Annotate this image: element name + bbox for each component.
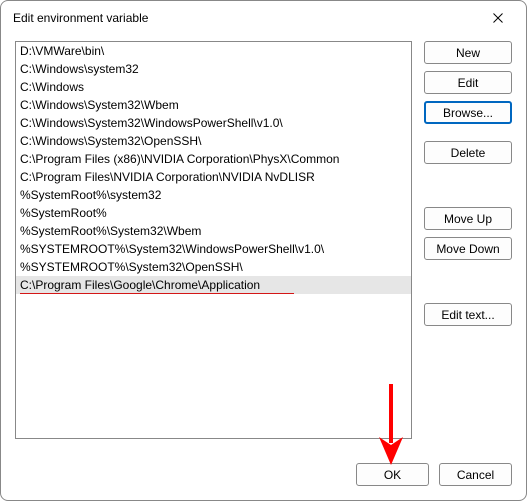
move-down-button[interactable]: Move Down bbox=[424, 237, 512, 260]
path-listbox[interactable]: D:\VMWare\bin\C:\Windows\system32C:\Wind… bbox=[15, 41, 412, 439]
list-item[interactable]: C:\Windows\System32\OpenSSH\ bbox=[16, 132, 411, 150]
dialog-content: D:\VMWare\bin\C:\Windows\system32C:\Wind… bbox=[1, 35, 526, 500]
list-item[interactable]: %SystemRoot%\System32\Wbem bbox=[16, 222, 411, 240]
list-item[interactable]: C:\Windows\System32\Wbem bbox=[16, 96, 411, 114]
cancel-button[interactable]: Cancel bbox=[439, 463, 512, 486]
list-item[interactable]: C:\Program Files\Google\Chrome\Applicati… bbox=[16, 276, 411, 294]
list-item[interactable]: %SYSTEMROOT%\System32\WindowsPowerShell\… bbox=[16, 240, 411, 258]
list-item[interactable]: C:\Windows\System32\WindowsPowerShell\v1… bbox=[16, 114, 411, 132]
titlebar: Edit environment variable bbox=[1, 1, 526, 35]
button-column: New Edit Browse... Delete Move Up Move D… bbox=[424, 41, 512, 453]
list-item[interactable]: %SystemRoot%\system32 bbox=[16, 186, 411, 204]
delete-button[interactable]: Delete bbox=[424, 141, 512, 164]
list-item[interactable]: C:\Program Files\NVIDIA Corporation\NVID… bbox=[16, 168, 411, 186]
main-row: D:\VMWare\bin\C:\Windows\system32C:\Wind… bbox=[15, 41, 512, 453]
close-button[interactable] bbox=[476, 4, 520, 32]
ok-button[interactable]: OK bbox=[356, 463, 429, 486]
new-button[interactable]: New bbox=[424, 41, 512, 64]
edit-text-button[interactable]: Edit text... bbox=[424, 303, 512, 326]
close-icon bbox=[493, 13, 503, 23]
move-up-button[interactable]: Move Up bbox=[424, 207, 512, 230]
window-title: Edit environment variable bbox=[13, 11, 148, 25]
list-item[interactable]: C:\Windows\system32 bbox=[16, 60, 411, 78]
list-item[interactable]: C:\Program Files (x86)\NVIDIA Corporatio… bbox=[16, 150, 411, 168]
list-item[interactable]: %SystemRoot% bbox=[16, 204, 411, 222]
list-item[interactable]: %SYSTEMROOT%\System32\OpenSSH\ bbox=[16, 258, 411, 276]
env-var-dialog: Edit environment variable D:\VMWare\bin\… bbox=[0, 0, 527, 501]
dialog-footer: OK Cancel bbox=[15, 463, 512, 486]
list-item[interactable]: D:\VMWare\bin\ bbox=[16, 42, 411, 60]
browse-button[interactable]: Browse... bbox=[424, 101, 512, 124]
list-item[interactable]: C:\Windows bbox=[16, 78, 411, 96]
edit-button[interactable]: Edit bbox=[424, 71, 512, 94]
